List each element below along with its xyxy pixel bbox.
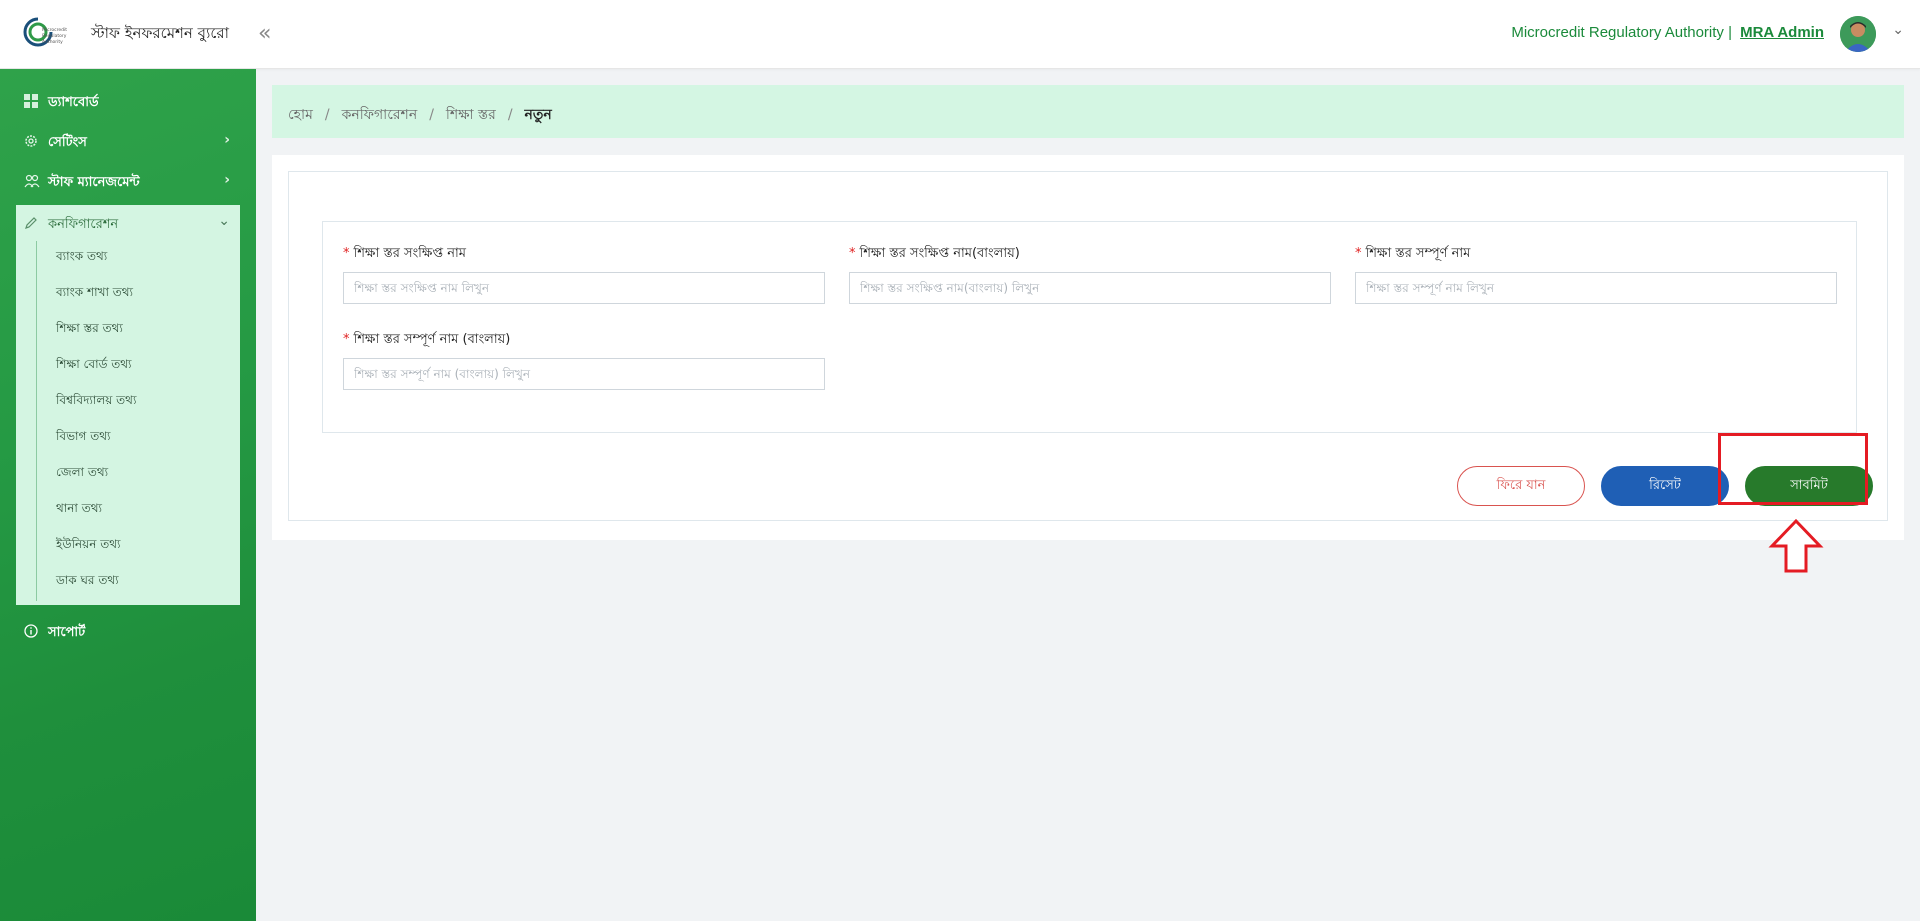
full-name-bangla-input[interactable] (343, 358, 825, 390)
sidebar: ড্যাশবোর্ড সেটিংস › স্টাফ ম্যানেজমেন্ট ›… (0, 69, 256, 921)
pencil-icon (24, 216, 38, 234)
short-name-input[interactable] (343, 272, 825, 304)
short-name-bangla-input[interactable] (849, 272, 1331, 304)
field-label-short-name: * শিক্ষা স্তর সংক্ষিপ্ত নাম (343, 244, 466, 265)
chevron-right-icon: › (224, 132, 230, 148)
required-mark: * (343, 332, 350, 347)
label-text: শিক্ষা স্তর সংক্ষিপ্ত নাম(বাংলায়) (859, 246, 1020, 261)
submenu-item-district[interactable]: জেলা তথ্য (56, 464, 108, 484)
submenu-item-bank[interactable]: ব্যাংক তথ্য (56, 248, 107, 268)
sidebar-group-configuration: কনফিগারেশন ⌄ ব্যাংক তথ্য ব্যাংক শাখা তথ্… (16, 205, 240, 605)
submenu-item-post-office[interactable]: ডাক ঘর তথ্য (56, 572, 119, 592)
breadcrumb-current: নতুন (524, 107, 552, 123)
sidebar-item-label: সেটিংস (48, 135, 87, 150)
label-text: শিক্ষা স্তর সম্পূর্ণ নাম (বাংলায়) (353, 332, 511, 347)
grid-icon (24, 94, 38, 108)
chevron-down-icon[interactable]: ⌄ (1892, 22, 1904, 38)
submenu-item-university[interactable]: বিশ্ববিদ্যালয় তথ্য (56, 392, 136, 412)
breadcrumb-configuration[interactable]: কনফিগারেশন (342, 107, 418, 123)
submenu-item-thana[interactable]: থানা তথ্য (56, 500, 102, 520)
sidebar-item-label: ড্যাশবোর্ড (48, 95, 99, 110)
info-icon (24, 624, 38, 642)
reset-button[interactable]: রিসেট (1601, 466, 1729, 506)
submenu-item-division[interactable]: বিভাগ তথ্য (56, 428, 110, 448)
form-fieldset: *শিক্ষা স্তর সংক্ষিপ্ত নাম *শিক্ষা স্তর … (322, 221, 1857, 433)
form-container: *শিক্ষা স্তর সংক্ষিপ্ত নাম *শিক্ষা স্তর … (288, 171, 1888, 521)
top-header: Microcredit Regulatory Authority স্টাফ ই… (0, 0, 1920, 69)
label-text: শিক্ষা স্তর সংক্ষিপ্ত নাম (353, 246, 466, 261)
mra-logo-icon[interactable]: Microcredit Regulatory Authority (22, 14, 72, 54)
sidebar-item-support[interactable]: সাপোর্ট (16, 613, 240, 649)
logo-line: Regulatory (42, 33, 67, 39)
chevron-right-icon: › (224, 172, 230, 188)
breadcrumb-education-level[interactable]: শিক্ষা স্তর (446, 107, 496, 123)
submit-button[interactable]: সাবমিট (1745, 466, 1873, 506)
submenu-item-education-level[interactable]: শিক্ষা স্তর তথ্য (56, 320, 123, 340)
breadcrumb-separator: / (324, 107, 330, 123)
sidebar-item-settings[interactable]: সেটিংস › (16, 122, 240, 162)
sidebar-item-label: কনফিগারেশন (48, 217, 119, 232)
breadcrumb-bar: হোম / কনফিগারেশন / শিক্ষা স্তর / নতুন (272, 85, 1904, 138)
submenu-item-bank-branch[interactable]: ব্যাংক শাখা তথ্য (56, 284, 133, 304)
sidebar-item-staff-management[interactable]: স্টাফ ম্যানেজমেন্ট › (16, 162, 240, 202)
breadcrumb-home[interactable]: হোম (288, 107, 313, 123)
user-name-link[interactable]: MRA Admin (1740, 24, 1824, 41)
submenu-item-education-board[interactable]: শিক্ষা বোর্ড তথ্য (56, 356, 131, 376)
required-mark: * (1355, 246, 1362, 261)
chevron-down-icon: ⌄ (218, 213, 230, 229)
users-icon (24, 174, 40, 188)
submenu-guide-line (36, 241, 37, 601)
field-label-full-name-bangla: * শিক্ষা স্তর সম্পূর্ণ নাম (বাংলায়) (343, 330, 510, 351)
field-label-full-name: * শিক্ষা স্তর সম্পূর্ণ নাম (1355, 244, 1470, 265)
required-mark: * (343, 246, 350, 261)
sidebar-item-configuration[interactable]: কনফিগারেশন ⌄ (16, 205, 240, 241)
required-mark: * (849, 246, 856, 261)
submenu-item-union[interactable]: ইউনিয়ন তথ্য (56, 536, 121, 556)
logo-line: Microcredit (42, 27, 67, 33)
sidebar-item-label: স্টাফ ম্যানেজমেন্ট (48, 175, 140, 190)
breadcrumb: হোম / কনফিগারেশন / শিক্ষা স্তর / নতুন (288, 103, 552, 127)
field-label-short-name-bangla: * শিক্ষা স্তর সংক্ষিপ্ত নাম(বাংলায়) (849, 244, 1020, 265)
sidebar-item-dashboard[interactable]: ড্যাশবোর্ড (16, 82, 240, 122)
back-button[interactable]: ফিরে যান (1457, 466, 1585, 506)
breadcrumb-separator: / (429, 107, 434, 123)
app-title: স্টাফ ইনফরমেশন ব্যুরো (91, 24, 229, 42)
avatar[interactable] (1840, 16, 1876, 52)
sidebar-item-label: সাপোর্ট (48, 625, 86, 640)
breadcrumb-separator: / (507, 107, 513, 123)
label-text: শিক্ষা স্তর সম্পূর্ণ নাম (1365, 246, 1471, 261)
form-card: *শিক্ষা স্তর সংক্ষিপ্ত নাম *শিক্ষা স্তর … (272, 155, 1904, 540)
logo-line: Authority (42, 39, 63, 45)
organization-name: Microcredit Regulatory Authority | (1511, 24, 1732, 41)
gear-icon (24, 134, 38, 148)
full-name-input[interactable] (1355, 272, 1837, 304)
collapse-sidebar-button[interactable]: « (258, 20, 271, 48)
